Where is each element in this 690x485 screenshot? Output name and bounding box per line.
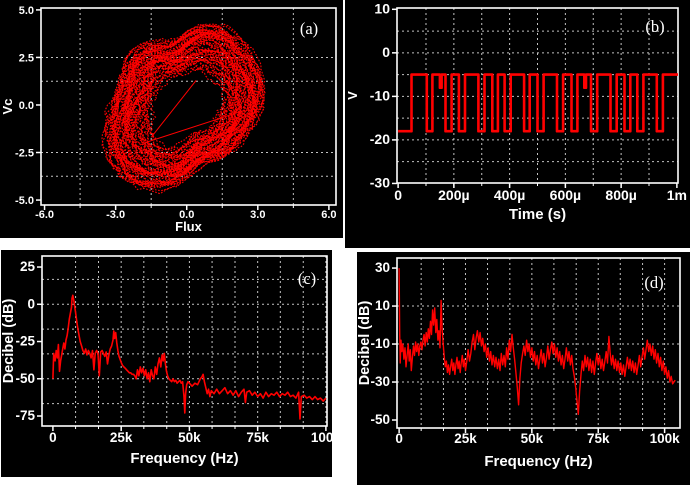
- x-tick-label: 0: [394, 187, 402, 203]
- x-tick-label: 100k: [311, 430, 332, 445]
- panel-letter: (c): [298, 269, 316, 288]
- panel-d-spectrum: 0 25k 50k 75k 100k 30 10 -10 -30 -50 Frequency (Hz…: [357, 252, 690, 485]
- x-axis-label: Flux: [175, 219, 202, 234]
- panel-letter: (b): [645, 17, 664, 36]
- x-tick-label: 25k: [454, 431, 477, 446]
- panel-letter: (a): [300, 19, 318, 38]
- x-tick-label: 50k: [521, 431, 544, 446]
- panel-c-spectrum: 0 25k 50k 75k 100k 25 0 -25 -50 -75 Frequency (Hz)…: [1, 250, 332, 477]
- y-tick-label: 0: [27, 296, 35, 311]
- y-tick-label: 5.0: [19, 5, 34, 17]
- x-tick-label: 1m: [667, 187, 687, 203]
- panel-a-plot: -6.0 -3.0 0.0 3.0 6.05.02.50.0-2.5-5.0FluxVc…: [0, 5, 337, 234]
- x-tick-label: 0: [395, 431, 403, 446]
- x-tick-label: 6.0: [321, 209, 336, 221]
- x-tick-label: 200µ: [438, 187, 469, 203]
- x-tick-label: -3.0: [106, 209, 125, 221]
- panel-a-phase-portrait: -6.0 -3.0 0.0 3.0 6.0 5.0 2.5 0.0 -2.5 -5.0 Flux Vc…: [0, 0, 343, 238]
- x-tick-label: 75k: [246, 430, 269, 445]
- y-tick-label: -20: [370, 131, 390, 147]
- x-axis-label: Frequency (Hz): [484, 453, 592, 470]
- y-tick-label: -2.5: [15, 148, 34, 160]
- y-tick-label: -50: [15, 371, 35, 386]
- y-tick-label: -30: [370, 374, 390, 389]
- data-trace: [398, 73, 678, 133]
- x-axis-label: Frequency (Hz): [130, 450, 238, 467]
- x-tick-label: 800µ: [605, 187, 636, 203]
- panel-d-plot: 0 25k 50k 75k 100k 30 10 -10 -30 -50 Frequency (Hz…: [357, 257, 681, 470]
- x-tick-label: 400µ: [494, 187, 525, 203]
- y-tick-label: 2.5: [19, 52, 34, 64]
- data-trace: [398, 268, 676, 415]
- attractor-trajectories: [101, 23, 266, 195]
- y-tick-label: -10: [370, 87, 390, 103]
- y-tick-label: 10: [375, 298, 390, 313]
- x-tick-label: 3.0: [250, 209, 265, 221]
- x-tick-label: 50k: [178, 430, 201, 445]
- y-tick-label: -30: [370, 174, 390, 190]
- x-axis-label: Time (s): [509, 206, 566, 223]
- x-tick-label: 75k: [587, 431, 610, 446]
- x-tick-label: 600µ: [550, 187, 581, 203]
- y-tick-label: 0: [382, 44, 390, 60]
- y-tick-label: -25: [15, 334, 35, 349]
- panel-c-plot: 0 25k 50k 75k 100k 25 0 -25 -50 -75 Frequency (Hz)…: [1, 255, 332, 467]
- four-panel-figure: -6.0 -3.0 0.0 3.0 6.0 5.0 2.5 0.0 -2.5 -5.0 Flux Vc…: [0, 0, 690, 485]
- y-tick-label: 25: [20, 259, 36, 274]
- y-tick-label: -10: [370, 336, 390, 351]
- y-axis-label: V: [345, 91, 360, 100]
- x-tick-label: 25k: [110, 430, 133, 445]
- y-axis-label: Vc: [0, 99, 15, 115]
- y-tick-label: 0.0: [19, 100, 34, 112]
- panel-letter: (d): [644, 273, 663, 292]
- y-tick-label: -75: [15, 408, 35, 423]
- x-tick-label: -6.0: [35, 209, 54, 221]
- panel-b-waveform: 0 200µ 400µ 600µ 800µ 1m 10 0 -10 -20 -30 Time (s) V…: [345, 0, 690, 248]
- x-tick-label: 0: [49, 430, 57, 445]
- y-tick-label: -5.0: [15, 195, 34, 207]
- y-tick-label: -50: [370, 412, 390, 427]
- x-tick-label: 100k: [650, 431, 681, 446]
- y-tick-label: 30: [375, 260, 390, 275]
- y-axis-label: Decibel (dB): [357, 301, 373, 386]
- y-axis-label: Decibel (dB): [1, 299, 17, 384]
- panel-b-plot: 0 200µ 400µ 600µ 800µ 1m 10 0 -10 -20 -30 Time (s) V…: [345, 0, 687, 223]
- y-tick-label: 10: [374, 0, 390, 16]
